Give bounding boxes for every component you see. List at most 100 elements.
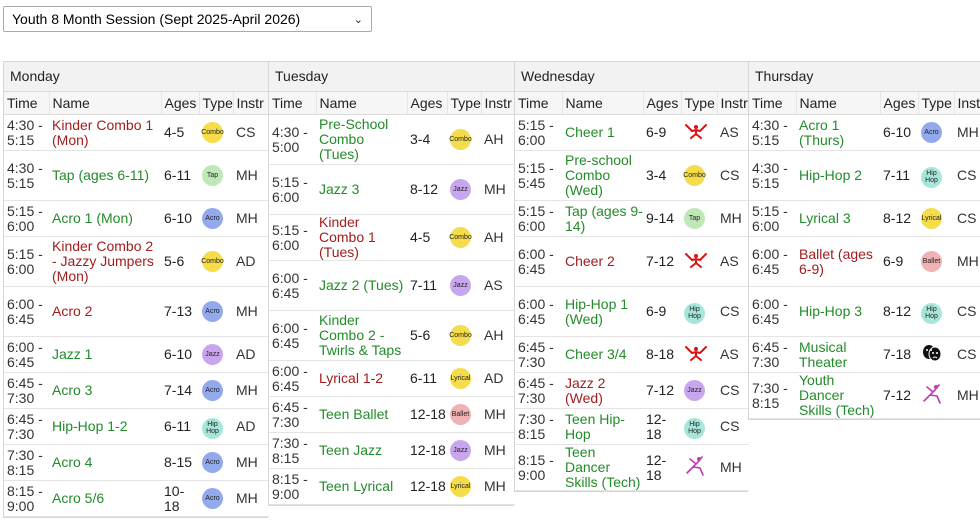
class-name-link[interactable]: Cheer 3/4 [565, 346, 626, 362]
class-instr: CS [233, 114, 269, 151]
column-header-time[interactable]: Time [4, 92, 49, 115]
class-row[interactable]: 6:00 - 6:45 Hip-Hop 1 (Wed) 6-9 Hip Hop CS [515, 286, 749, 337]
class-name-link[interactable]: Kinder Combo 2 - Twirls & Taps [319, 312, 401, 358]
class-name-link[interactable]: Cheer 2 [565, 253, 615, 269]
session-select[interactable]: Youth 8 Month Session (Sept 2025-April 2… [3, 6, 372, 32]
class-row[interactable]: 6:00 - 6:45 Acro 2 7-13 Acro MH [4, 286, 269, 337]
class-name-link[interactable]: Pre-School Combo (Tues) [319, 116, 388, 162]
column-header-time[interactable]: Time [515, 92, 562, 115]
column-header-instr[interactable]: Instr [232, 92, 269, 115]
class-row[interactable]: 6:45 - 7:30 Acro 3 7-14 Acro MH [4, 372, 269, 409]
class-row[interactable]: 7:30 - 8:15 Teen Jazz 12-18 Jazz MH [269, 432, 515, 469]
class-name-link[interactable]: Hip-Hop 1-2 [52, 418, 127, 434]
class-name-link[interactable]: Jazz 2 (Wed) [565, 375, 605, 406]
class-name-link[interactable]: Kinder Combo 2 - Jazzy Jumpers (Mon) [52, 238, 154, 284]
class-row[interactable]: 5:15 - 6:00 Lyrical 3 8-12 Lyrical CS [749, 200, 980, 237]
class-name-link[interactable]: Acro 3 [52, 382, 92, 398]
class-name-link[interactable]: Teen Lyrical [319, 478, 393, 494]
column-header-name[interactable]: Name [795, 92, 880, 115]
class-row[interactable]: 7:30 - 8:15 Acro 4 8-15 Acro MH [4, 444, 269, 481]
class-row[interactable]: 6:00 - 6:45 Ballet (ages 6-9) 6-9 Ballet MH [749, 236, 980, 287]
class-name-link[interactable]: Teen Hip-Hop [565, 411, 625, 442]
class-row[interactable]: 6:00 - 6:45 Kinder Combo 2 - Twirls & Tap… [269, 310, 515, 361]
class-name-link[interactable]: Teen Ballet [319, 406, 388, 422]
class-row[interactable]: 6:45 - 7:30 Musical Theater 7-18 CS [749, 336, 980, 373]
class-time: 6:00 - 6:45 [269, 260, 316, 311]
class-row[interactable]: 8:15 - 9:00 Teen Dancer Skills (Tech) 12-1… [515, 444, 749, 491]
class-row[interactable]: 5:15 - 6:00 Cheer 1 6-9 AS [515, 114, 749, 151]
class-type: Combo [447, 214, 481, 261]
class-name-link[interactable]: Teen Jazz [319, 442, 382, 458]
class-row[interactable]: 7:30 - 8:15 Teen Hip-Hop 12-18 Hip Hop CS [515, 408, 749, 445]
column-header-name[interactable]: Name [48, 92, 161, 115]
class-name-link[interactable]: Acro 5/6 [52, 490, 104, 506]
class-name-link[interactable]: Kinder Combo 1 (Tues) [319, 214, 376, 260]
class-row[interactable]: 8:15 - 9:00 Teen Lyrical 12-18 Lyrical MH [269, 468, 515, 505]
class-name-link[interactable]: Acro 2 [52, 303, 92, 319]
column-header-type[interactable]: Type [198, 92, 233, 115]
class-row[interactable]: 5:15 - 6:00 Tap (ages 9-14) 9-14 Tap MH [515, 200, 749, 237]
class-row[interactable]: 6:45 - 7:30 Cheer 3/4 8-18 AS [515, 336, 749, 373]
class-row[interactable]: 6:00 - 6:45 Lyrical 1-2 6-11 Lyrical AD [269, 360, 515, 397]
class-name-link[interactable]: Pre-school Combo (Wed) [565, 152, 632, 198]
class-row[interactable]: 5:15 - 5:45 Pre-school Combo (Wed) 3-4 Comb… [515, 150, 749, 201]
class-name-link[interactable]: Cheer 1 [565, 124, 615, 140]
column-header-ages[interactable]: Ages [406, 92, 447, 115]
class-row[interactable]: 5:15 - 6:00 Jazz 3 8-12 Jazz MH [269, 164, 515, 215]
class-row[interactable]: 7:30 - 8:15 Youth Dancer Skills (Tech) 7-1… [749, 372, 980, 419]
class-row[interactable]: 4:30 - 5:15 Hip-Hop 2 7-11 Hip Hop CS [749, 150, 980, 201]
column-header-type[interactable]: Type [446, 92, 481, 115]
class-row[interactable]: 4:30 - 5:00 Pre-School Combo (Tues) 3-4 Com… [269, 114, 515, 165]
class-name-link[interactable]: Teen Dancer Skills (Tech) [565, 444, 640, 490]
column-header-time[interactable]: Time [269, 92, 316, 115]
column-header-instr[interactable]: Instr [953, 92, 980, 115]
column-header-type[interactable]: Type [917, 92, 954, 115]
acro-type-icon: Acro [202, 301, 223, 322]
column-header-ages[interactable]: Ages [160, 92, 199, 115]
class-row[interactable]: 6:45 - 7:30 Teen Ballet 12-18 Ballet MH [269, 396, 515, 433]
class-time: 6:45 - 7:30 [749, 336, 796, 373]
class-name-link[interactable]: Musical Theater [799, 339, 847, 370]
class-row[interactable]: 6:00 - 6:45 Jazz 1 6-10 Jazz AD [4, 336, 269, 373]
class-name-link[interactable]: Hip-Hop 1 (Wed) [565, 296, 628, 327]
class-ages: 6-10 [161, 200, 199, 237]
class-name-link[interactable]: Youth Dancer Skills (Tech) [799, 372, 874, 418]
class-instr: MH [233, 286, 269, 337]
column-header-name[interactable]: Name [561, 92, 643, 115]
class-row[interactable]: 5:15 - 6:00 Kinder Combo 2 - Jazzy Jumper… [4, 236, 269, 287]
class-row[interactable]: 6:00 - 6:45 Hip-Hop 3 8-12 Hip Hop CS [749, 286, 980, 337]
class-name-link[interactable]: Jazz 1 [52, 346, 92, 362]
class-row[interactable]: 6:45 - 7:30 Jazz 2 (Wed) 7-12 Jazz CS [515, 372, 749, 409]
day-title: Tuesday [269, 62, 514, 92]
acro-type-icon: Acro [202, 208, 223, 229]
class-row[interactable]: 6:00 - 6:45 Cheer 2 7-12 AS [515, 236, 749, 287]
class-row[interactable]: 4:30 - 5:15 Tap (ages 6-11) 6-11 Tap MH [4, 150, 269, 201]
column-header-time[interactable]: Time [749, 92, 796, 115]
column-header-ages[interactable]: Ages [642, 92, 681, 115]
class-row[interactable]: 4:30 - 5:15 Kinder Combo 1 (Mon) 4-5 Combo C… [4, 114, 269, 151]
column-header-ages[interactable]: Ages [879, 92, 918, 115]
class-row[interactable]: 5:15 - 6:00 Acro 1 (Mon) 6-10 Acro MH [4, 200, 269, 237]
class-name-link[interactable]: Kinder Combo 1 (Mon) [52, 117, 153, 148]
class-name-link[interactable]: Jazz 3 [319, 181, 359, 197]
class-name-link[interactable]: Lyrical 3 [799, 210, 851, 226]
class-row[interactable]: 8:15 - 9:00 Acro 5/6 10-18 Acro MH [4, 480, 269, 517]
class-name-link[interactable]: Acro 4 [52, 454, 92, 470]
column-header-instr[interactable]: Instr [480, 92, 515, 115]
class-name-link[interactable]: Lyrical 1-2 [319, 370, 383, 386]
class-name-link[interactable]: Acro 1 (Mon) [52, 210, 133, 226]
class-row[interactable]: 5:15 - 6:00 Kinder Combo 1 (Tues) 4-5 Combo… [269, 214, 515, 261]
class-name-link[interactable]: Hip-Hop 2 [799, 167, 862, 183]
class-name-link[interactable]: Acro 1 (Thurs) [799, 117, 844, 148]
column-header-instr[interactable]: Instr [716, 92, 749, 115]
class-row[interactable]: 4:30 - 5:15 Acro 1 (Thurs) 6-10 Acro MH [749, 114, 980, 151]
class-row[interactable]: 6:00 - 6:45 Jazz 2 (Tues) 7-11 Jazz AS [269, 260, 515, 311]
column-header-type[interactable]: Type [680, 92, 717, 115]
class-name-link[interactable]: Jazz 2 (Tues) [319, 277, 403, 293]
class-name-link[interactable]: Tap (ages 6-11) [52, 167, 149, 183]
class-row[interactable]: 6:45 - 7:30 Hip-Hop 1-2 6-11 Hip Hop AD [4, 408, 269, 445]
column-header-name[interactable]: Name [315, 92, 407, 115]
class-name-link[interactable]: Hip-Hop 3 [799, 303, 862, 319]
class-name-link[interactable]: Tap (ages 9-14) [565, 203, 643, 234]
class-name-link[interactable]: Ballet (ages 6-9) [799, 246, 873, 277]
